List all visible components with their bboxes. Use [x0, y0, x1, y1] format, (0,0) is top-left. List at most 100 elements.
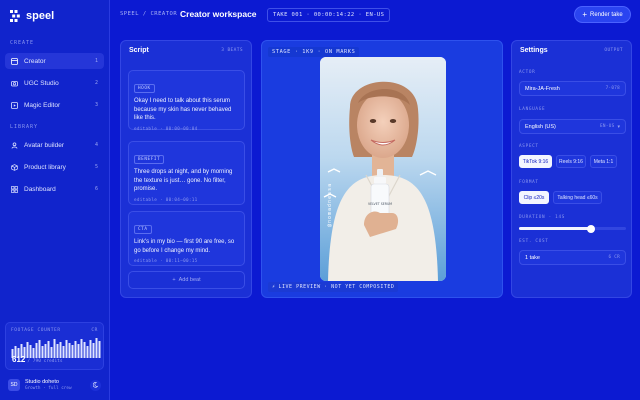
moon-icon — [92, 382, 98, 388]
cost-label: EST. COST — [519, 239, 549, 244]
sidebar-item-creator[interactable]: Creator 1 — [5, 53, 104, 69]
sidebar: speel CREATE Creator 1 UGC Studio 2 Magi… — [0, 0, 110, 400]
aspect-chip-tiktok[interactable]: TikTok 9:16 — [519, 155, 552, 168]
footage-label: FOOTAGE COUNTER — [11, 328, 61, 333]
sidebar-item-magic-editor[interactable]: Magic Editor 3 — [5, 97, 104, 113]
script-title: Script — [129, 47, 149, 54]
aspect-label: ASPECT — [519, 144, 539, 149]
render-label: Render take — [589, 11, 623, 18]
video-preview[interactable]: VELVET SERUM @nomadnessa — [320, 57, 446, 281]
beat-card-hook[interactable]: HOOK Okay I need to talk about this seru… — [128, 70, 245, 133]
settings-panel: Settings OUTPUT ACTOR Mira-JA-Fresh 7·07… — [511, 40, 632, 298]
beat-text[interactable]: Three drops at night, and by morning the… — [134, 168, 239, 194]
live-label: LIVE PREVIEW · NOT YET COMPOSITED — [278, 284, 395, 290]
bolt-icon: ⚡ — [272, 284, 276, 290]
duration-slider-knob[interactable] — [586, 224, 595, 233]
footage-counter: FOOTAGE COUNTER CR 612/ 790 credits — [5, 322, 104, 370]
actor-meta: 7·078 — [605, 86, 620, 91]
page-title: Creator workspace — [180, 9, 257, 19]
add-beat-button[interactable]: + Add beat — [128, 271, 245, 289]
duration-label: DURATION · 14S — [519, 215, 566, 220]
beat-meta: editable · 00:04–00:11 — [134, 198, 198, 204]
footage-tag: CR — [91, 328, 98, 333]
brand-name: speel — [26, 10, 55, 22]
shortcut-badge: 3 — [94, 102, 98, 108]
stage-panel: STAGE · 1K9 · ON MARKS VELVET SERUM @nom… — [261, 40, 503, 298]
sidebar-item-label: Creator — [24, 57, 46, 65]
shortcut-badge: 2 — [94, 80, 98, 86]
render-take-button[interactable]: + Render take — [574, 6, 631, 23]
take-info: TAKE 001 · 00:00:14:22 · EN-US — [267, 8, 391, 22]
film-icon — [11, 101, 18, 109]
language-value: English (US) — [525, 123, 556, 130]
footage-total: / 790 credits — [27, 359, 63, 364]
footage-bar — [98, 341, 101, 358]
breadcrumb: SPEEL / CREATOR — [120, 11, 178, 17]
sidebar-item-label: UGC Studio — [24, 79, 59, 87]
presenter-image: VELVET SERUM @nomadnessa — [320, 57, 446, 281]
person-icon — [11, 141, 18, 149]
sidebar-item-product-library[interactable]: Product library 5 — [5, 159, 104, 175]
plus-icon: + — [172, 277, 176, 283]
settings-subtitle: OUTPUT — [604, 48, 623, 53]
footage-bar — [71, 345, 74, 358]
sidebar-item-label: Avatar builder — [24, 141, 64, 149]
format-chip-talking-head[interactable]: Talking head ≤60s — [553, 191, 602, 204]
beat-tag: HOOK — [134, 84, 155, 93]
add-beat-label: Add beat — [178, 277, 201, 283]
beat-text[interactable]: Okay I need to talk about this serum bec… — [134, 97, 239, 123]
user-plan: Growth · full crew — [25, 386, 72, 392]
language-code: EN-US — [600, 124, 615, 129]
live-preview-status: ⚡ LIVE PREVIEW · NOT YET COMPOSITED — [268, 282, 399, 292]
cost-field: 1 take 6 CR — [519, 250, 626, 265]
sidebar-item-ugc-studio[interactable]: UGC Studio 2 — [5, 75, 104, 91]
footage-bar — [83, 342, 86, 358]
footage-bar — [62, 346, 65, 358]
beat-count: 3 BEATS — [221, 48, 243, 53]
footage-bar — [65, 340, 68, 358]
actor-label: ACTOR — [519, 70, 536, 75]
footage-bar — [68, 343, 71, 358]
sidebar-item-label: Product library — [24, 163, 66, 171]
beat-meta: editable · 00:00–00:04 — [134, 127, 198, 133]
language-label: LANGUAGE — [519, 107, 546, 112]
duration-slider-fill — [519, 227, 591, 230]
sidebar-item-label: Magic Editor — [24, 101, 61, 109]
user-card[interactable]: SD Studio doheto Growth · full crew — [5, 376, 104, 394]
create-section-label: CREATE — [10, 40, 35, 46]
aspect-chip-reels[interactable]: Reels 9:16 — [556, 155, 586, 168]
sidebar-item-avatar-builder[interactable]: Avatar builder 4 — [5, 137, 104, 153]
footage-bar — [86, 346, 89, 358]
logo-icon — [10, 10, 20, 22]
theme-toggle-button[interactable] — [90, 379, 101, 391]
settings-title: Settings — [520, 47, 548, 54]
shortcut-badge: 1 — [94, 58, 98, 64]
format-chip-clip[interactable]: Clip ≤20s — [519, 191, 549, 204]
brand-logo[interactable]: speel — [10, 10, 54, 22]
actor-value: Mira-JA-Fresh — [525, 85, 560, 92]
shortcut-badge: 6 — [94, 186, 98, 192]
footage-bar — [80, 339, 83, 358]
stage-label: STAGE · 1K9 · ON MARKS — [268, 47, 360, 57]
language-select[interactable]: English (US) EN-US ▾ — [519, 119, 626, 134]
footage-bar — [89, 340, 92, 358]
avatar: SD — [8, 379, 20, 391]
beat-tag: BENEFIT — [134, 155, 165, 164]
beat-card-cta[interactable]: CTA Link's in my bio — first 90 are free… — [128, 211, 245, 266]
shortcut-badge: 4 — [94, 142, 98, 148]
beat-card-benefit[interactable]: BENEFIT Three drops at night, and by mor… — [128, 141, 245, 205]
library-section-label: LIBRARY — [10, 124, 39, 130]
bottle-label: VELVET SERUM — [368, 202, 392, 206]
box-icon — [11, 163, 18, 171]
sidebar-item-dashboard[interactable]: Dashboard 6 — [5, 181, 104, 197]
footage-bar — [74, 341, 77, 358]
actor-select[interactable]: Mira-JA-Fresh 7·078 — [519, 81, 626, 96]
aspect-chip-meta[interactable]: Meta 1:1 — [590, 155, 617, 168]
square-icon — [11, 57, 18, 65]
footage-bar — [77, 344, 80, 358]
sidebar-item-label: Dashboard — [24, 185, 56, 193]
chevron-down-icon: ▾ — [617, 123, 620, 130]
format-label: FORMAT — [519, 180, 539, 185]
duration-slider[interactable] — [519, 224, 626, 233]
beat-text[interactable]: Link's in my bio — first 90 are free, so… — [134, 238, 239, 255]
